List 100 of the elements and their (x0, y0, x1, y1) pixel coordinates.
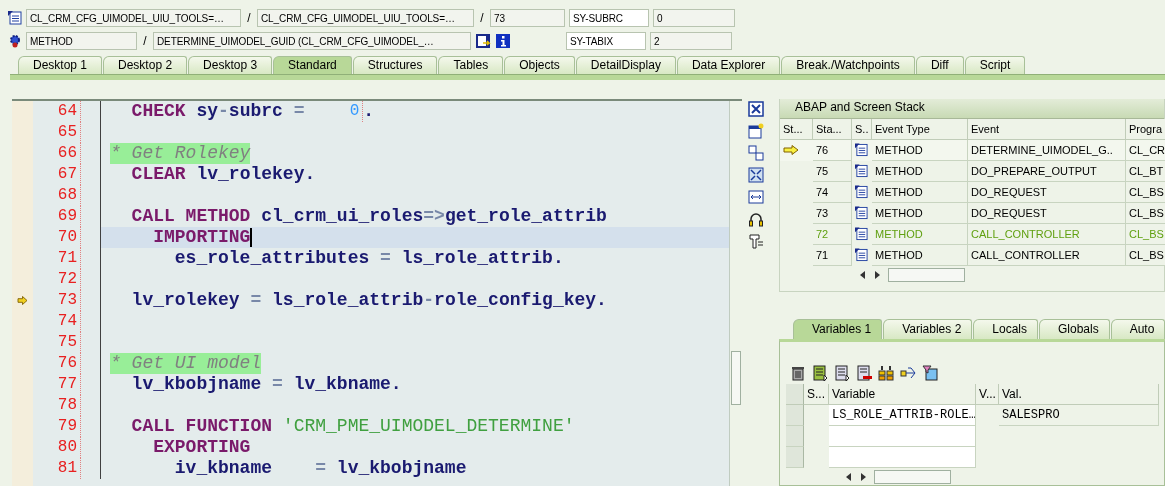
table-cell: 72 (813, 224, 852, 245)
column-header[interactable]: Event Type (872, 119, 968, 140)
table-cell: 71 (813, 245, 852, 266)
tab[interactable]: Desktop 2 (103, 56, 188, 74)
tab[interactable]: Diff (915, 56, 964, 74)
input-field[interactable] (829, 426, 976, 447)
code-line: CALL FUNCTION 'CRM_PME_UIMODEL_DETERMINE' (130, 416, 576, 437)
scroll-right-icon[interactable] (874, 270, 880, 279)
new-window-icon[interactable] (748, 123, 764, 139)
table-cell: CL_BT (1126, 161, 1165, 182)
tab[interactable]: Locals (973, 319, 1038, 339)
code-line: lv_kbobjname = lv_kbname. (130, 374, 403, 395)
column-header[interactable]: Sta... (813, 119, 852, 140)
column-header[interactable]: St... (780, 119, 813, 140)
swap-windows-icon[interactable] (748, 145, 764, 161)
tab[interactable]: Auto (1110, 319, 1165, 339)
headset-icon[interactable] (748, 211, 764, 227)
tab[interactable]: Standard (273, 56, 352, 74)
column-header[interactable]: Progra (1126, 119, 1165, 140)
scroll-left-icon[interactable] (860, 270, 866, 279)
tab[interactable]: Break./Watchpoints (781, 56, 915, 74)
table-cell: DETERMINE_UIMODEL_G.. (968, 140, 1126, 161)
table-cell: DO_PREPARE_OUTPUT (968, 161, 1126, 182)
separator-text: / (246, 11, 252, 25)
tab[interactable]: DetailDisplay (575, 56, 676, 74)
resize-icon[interactable] (748, 189, 764, 205)
tab[interactable]: Data Explorer (676, 56, 781, 74)
document-delete-icon[interactable] (856, 365, 872, 381)
code-line: EXPORTING (152, 437, 252, 458)
tab[interactable]: Globals (1039, 319, 1110, 339)
method-icon (855, 227, 868, 241)
corner-cell[interactable] (786, 384, 804, 405)
document-icon[interactable] (812, 365, 828, 381)
fullscreen-icon[interactable] (748, 167, 764, 183)
code-editor[interactable] (12, 99, 742, 486)
tab[interactable]: Script (964, 56, 1026, 74)
column-header[interactable]: Event (968, 119, 1126, 140)
table-row[interactable]: 76 METHOD DETERMINE_UIMODEL_G.. CL_CR (780, 140, 1164, 161)
line-number: 81 (33, 458, 81, 479)
variable-value-field: 0 (653, 9, 735, 27)
event-field: DETERMINE_UIMODEL_GUID (CL_CRM_CFG_UIMODEL_… (153, 32, 471, 50)
tools-icon[interactable] (748, 233, 764, 249)
table-cell: METHOD (872, 161, 968, 182)
column-header[interactable]: S.. (852, 119, 872, 140)
scroll-right-icon[interactable] (860, 472, 866, 481)
table-cell: CL_CR (1126, 140, 1165, 161)
method-icon (855, 185, 868, 199)
tab[interactable]: Structures (352, 56, 438, 74)
info-icon[interactable] (495, 33, 511, 49)
event-type-field: METHOD (26, 32, 137, 50)
table-cell: METHOD (872, 182, 968, 203)
table-cell: 73 (813, 203, 852, 224)
table-cell: CALL_CONTROLLER (968, 245, 1126, 266)
table-cell: CL_BS (1126, 224, 1165, 245)
tab[interactable]: Tables (438, 56, 504, 74)
column-header[interactable]: S... (804, 384, 829, 405)
variable-value-field: 2 (650, 32, 732, 50)
tab[interactable]: Desktop 1 (18, 56, 103, 74)
table-cell: METHOD (872, 140, 968, 161)
code-line: iv_kbname = lv_kbobjname (173, 458, 468, 479)
table-cell: 76 (813, 140, 852, 161)
method-icon (855, 248, 868, 262)
gear-icon (8, 34, 22, 48)
scroll-left-icon[interactable] (846, 472, 852, 481)
separator-text: / (142, 34, 148, 48)
table-cell: 74 (813, 182, 852, 203)
table-cell: CL_BS (1126, 182, 1165, 203)
panel-title: ABAP and Screen Stack (780, 99, 1164, 119)
separator-text: / (479, 11, 485, 25)
tab[interactable]: Variables 1 (793, 319, 883, 339)
display-object-icon[interactable] (475, 33, 491, 49)
trash-icon[interactable] (790, 365, 806, 381)
column-header[interactable]: Val. (999, 384, 1159, 405)
table-cell[interactable]: LS_ROLE_ATTRIB-ROLE… (829, 405, 976, 426)
filter-icon[interactable] (922, 365, 938, 381)
source-code-icon (8, 11, 22, 25)
table-cell: DO_REQUEST (968, 203, 1126, 224)
include-field: CL_CRM_CFG_UIMODEL_UIU_TOOLS=… (257, 9, 474, 27)
input-field[interactable] (829, 447, 976, 468)
document-icon[interactable] (834, 365, 850, 381)
table-cell: METHOD (872, 245, 968, 266)
split-arrows-icon[interactable] (900, 365, 916, 381)
tab[interactable]: Variables 2 (883, 319, 973, 339)
scrollbar-thumb[interactable] (874, 469, 951, 484)
scrollbar-thumb[interactable] (888, 267, 965, 282)
tab[interactable]: Objects (504, 56, 575, 74)
scrollbar[interactable] (729, 101, 742, 486)
table-cell: CALL_CONTROLLER (968, 224, 1126, 245)
tab[interactable]: Desktop 3 (188, 56, 273, 74)
code-line: lv_rolekey = ls_role_attrib-role_config_key. (130, 290, 608, 311)
column-header[interactable]: V... (976, 384, 999, 405)
sort-icon[interactable] (878, 365, 894, 381)
program-field: CL_CRM_CFG_UIMODEL_UIU_TOOLS=… (26, 9, 241, 27)
close-icon[interactable] (748, 101, 764, 117)
column-header[interactable]: Variable (829, 384, 976, 405)
method-icon (855, 143, 868, 157)
method-icon (855, 206, 868, 220)
line-field: 73 (490, 9, 565, 27)
variable-name-field[interactable]: SY-SUBRC (569, 9, 649, 27)
variable-name-field[interactable]: SY-TABIX (566, 32, 646, 50)
